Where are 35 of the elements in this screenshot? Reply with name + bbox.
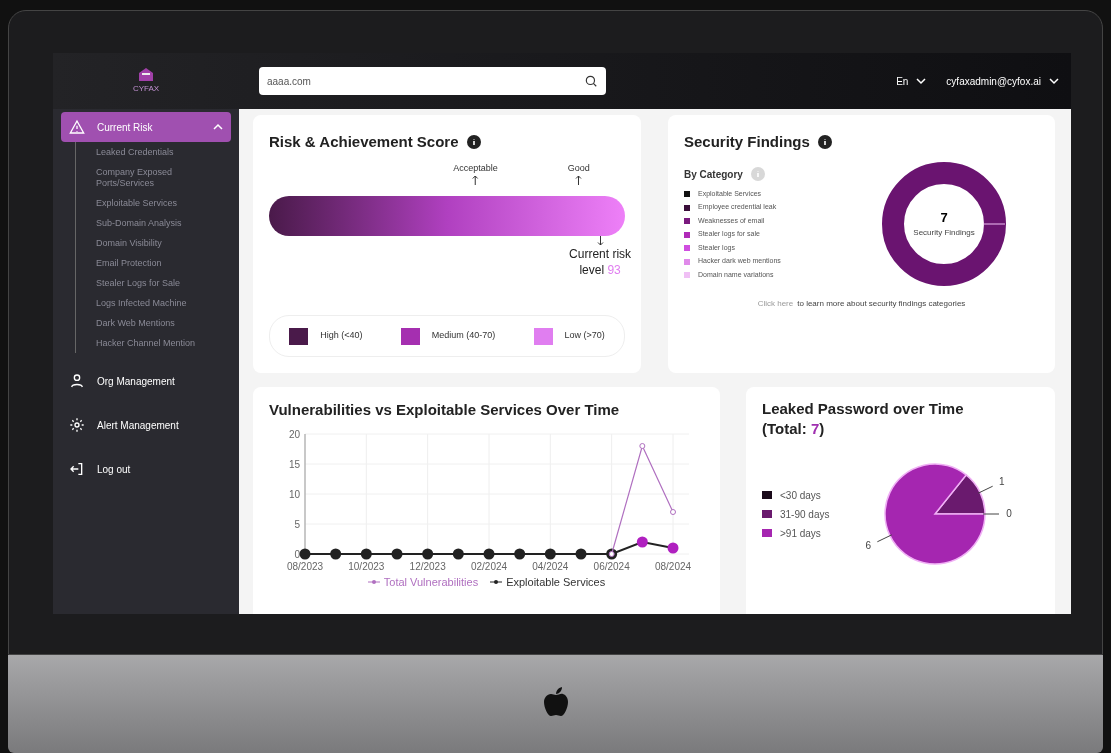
slice-label: 6: [866, 540, 872, 552]
legend-item: High (<40): [289, 327, 363, 345]
findings-count: 7: [940, 208, 948, 227]
logo-text: CYFAX: [132, 83, 160, 95]
card-title: Risk & Achievement Score: [269, 132, 459, 152]
axis-tick-label: 5: [294, 518, 300, 530]
legend-item: Total Vulnerabilities: [367, 573, 479, 590]
axis-tick-label: 08/2023: [286, 560, 324, 572]
threshold-label: Acceptable: [453, 161, 498, 175]
axis-tick-label: 0: [294, 548, 300, 560]
findings-note: to learn more about security findings categories: [797, 297, 966, 310]
card-title: Leaked Password over Time (Total: 7): [762, 399, 965, 439]
axis-tick-label: 12/2023: [409, 560, 446, 572]
card-title: Vulnerabilities vs Exploitable Services Over Time: [269, 400, 621, 420]
legend-item: >91 days: [762, 525, 830, 541]
slice-label: 1: [999, 475, 1005, 487]
current-risk-label: Current risk level 93: [568, 245, 633, 278]
axis-tick-label: 10/2023: [348, 560, 385, 572]
axis-tick-label: 06/2024: [593, 560, 630, 572]
slice-label: 0: [1006, 508, 1013, 519]
legend-item: Low (>70): [533, 327, 605, 345]
axis-tick-label: 08/2024: [654, 560, 692, 572]
legend-item: Exploitable Services: [490, 573, 606, 590]
legend-item: Medium (40-70): [400, 327, 496, 345]
legend-item: 31-90 days: [762, 506, 830, 522]
findings-count-label: Security Findings: [913, 227, 975, 240]
axis-tick-label: 15: [288, 458, 300, 470]
axis-tick-label: 20: [288, 428, 300, 440]
threshold-label: Good: [567, 161, 590, 175]
axis-tick-label: 10: [288, 488, 300, 500]
section-subtitle: By Category: [684, 167, 743, 182]
card-title: Security Findings: [684, 132, 810, 152]
axis-tick-label: 04/2024: [532, 560, 569, 572]
legend-item: <30 days: [762, 487, 830, 503]
axis-tick-label: 02/2024: [470, 560, 508, 572]
